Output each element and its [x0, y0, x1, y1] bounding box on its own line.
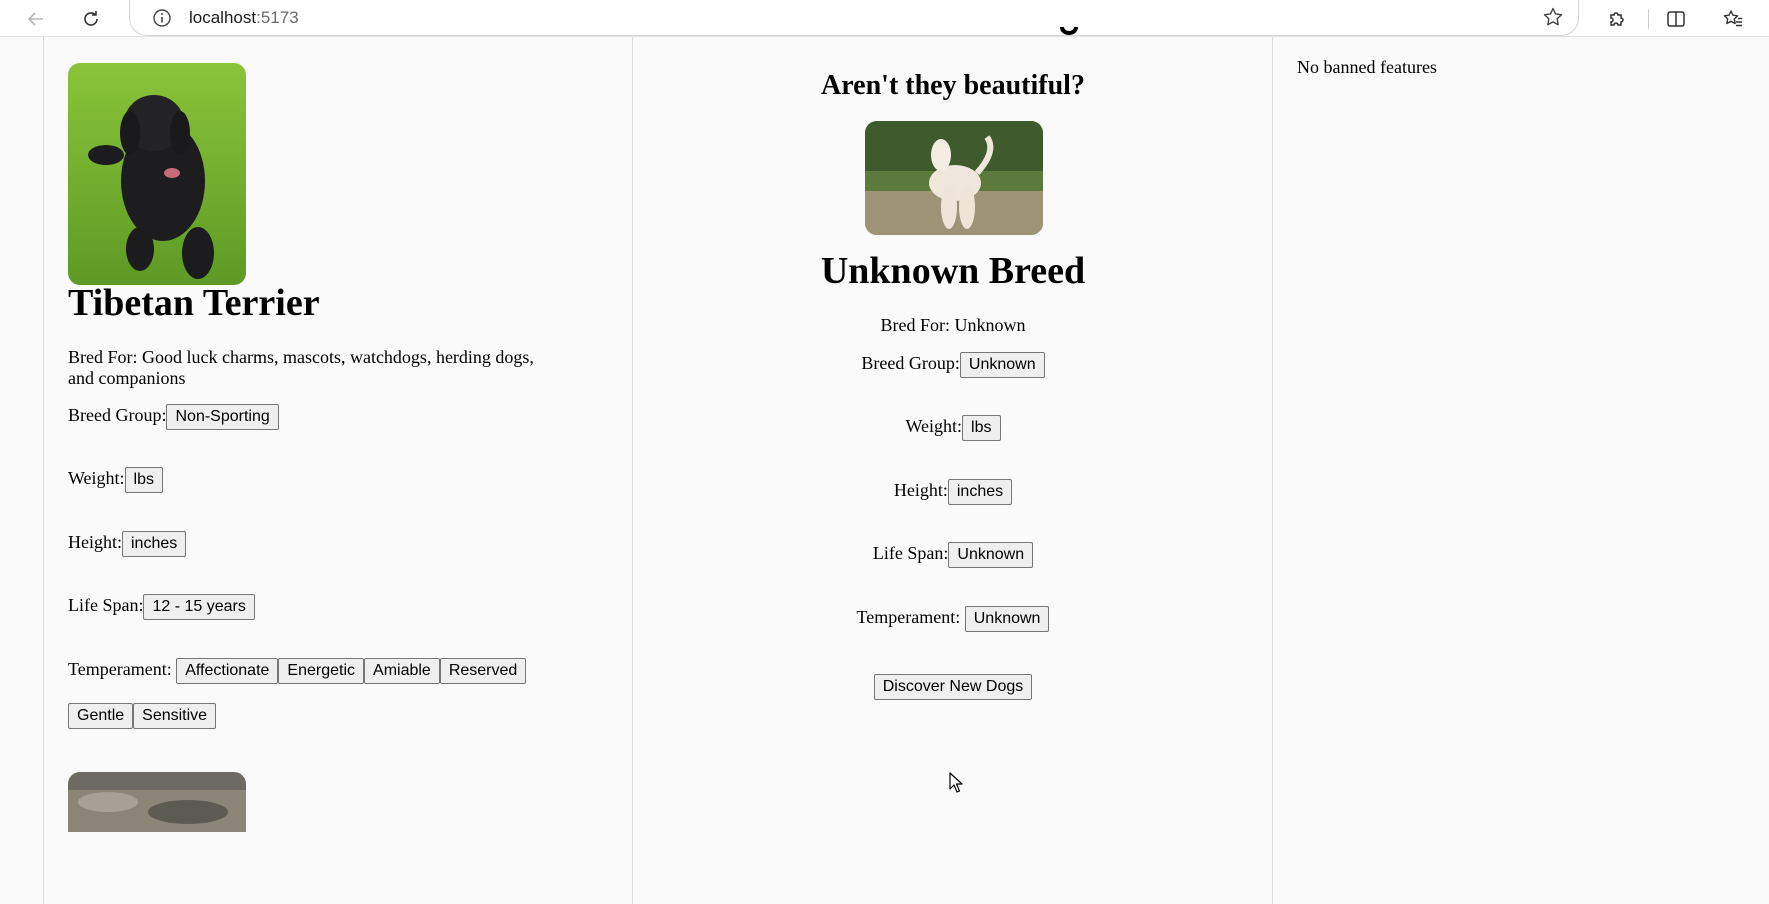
current-bred-for: Bred For: Unknown: [880, 315, 1026, 335]
address-bar[interactable]: localhost:5173: [129, 0, 1579, 36]
history-breed-group-button[interactable]: Non-Sporting: [166, 404, 279, 430]
temperament-button[interactable]: Unknown: [964, 606, 1050, 632]
history-temperament-button[interactable]: Energetic: [278, 658, 365, 684]
discover-new-dogs-button[interactable]: Discover New Dogs: [873, 674, 1033, 700]
ban-list-empty-text: No banned features: [1297, 57, 1437, 77]
dog-photo-next: [68, 772, 246, 832]
history-weight-button[interactable]: lbs: [124, 467, 163, 493]
history-dog-name: Tibetan Terrier: [68, 282, 320, 324]
clipped-heading-fragment: [1058, 27, 1080, 41]
life-span-button[interactable]: Unknown: [948, 542, 1034, 568]
favorites-icon[interactable]: [1719, 5, 1747, 33]
history-temperament-row-2: Gentle Sensitive: [68, 703, 217, 729]
browser-toolbar: localhost:5173: [0, 0, 1769, 37]
dog-photo-current: [865, 121, 1043, 235]
history-life-span-row: Life Span: 12 - 15 years: [68, 594, 255, 620]
back-arrow-icon[interactable]: [22, 5, 50, 33]
favorite-star-icon[interactable]: [1542, 6, 1564, 33]
history-panel: Tibetan Terrier Bred For: Good luck char…: [43, 37, 633, 904]
history-temperament-row: Temperament: Affectionate Energetic Amiabl…: [68, 658, 527, 684]
breed-group-button[interactable]: Unknown: [959, 352, 1045, 378]
height-button[interactable]: inches: [947, 479, 1013, 505]
history-life-span-button[interactable]: 12 - 15 years: [143, 594, 255, 620]
dog-photo-tibetan-terrier: [68, 63, 246, 285]
history-temperament-button[interactable]: Affectionate: [176, 658, 279, 684]
current-breed-group-row: Breed Group: Unknown: [633, 352, 1273, 378]
mouse-cursor-icon: [949, 772, 963, 799]
history-temperament-button[interactable]: Sensitive: [133, 703, 217, 729]
current-temperament-row: Temperament: Unknown: [633, 606, 1273, 632]
history-weight-row: Weight: lbs: [68, 467, 163, 493]
current-height-row: Height: inches: [633, 479, 1273, 505]
toolbar-divider: [1648, 9, 1649, 29]
app-page: Tibetan Terrier Bred For: Good luck char…: [0, 27, 1769, 904]
split-screen-icon[interactable]: [1662, 5, 1690, 33]
url-text[interactable]: localhost:5173: [189, 8, 299, 28]
current-dog-name: Unknown Breed: [820, 250, 1086, 292]
weight-button[interactable]: lbs: [962, 415, 1001, 441]
history-height-button[interactable]: inches: [122, 531, 187, 557]
ban-list-panel: No banned features: [1273, 37, 1769, 904]
current-life-span-row: Life Span: Unknown: [633, 542, 1273, 568]
page-subtitle: Aren't they beautiful?: [821, 70, 1085, 101]
history-temperament-button[interactable]: Amiable: [364, 658, 440, 684]
history-breed-group-row: Breed Group: Non-Sporting: [68, 404, 279, 430]
reload-icon[interactable]: [77, 5, 105, 33]
site-info-icon[interactable]: [152, 8, 172, 33]
history-temperament-button[interactable]: Reserved: [439, 658, 527, 684]
current-weight-row: Weight: lbs: [633, 415, 1273, 441]
history-temperament-button[interactable]: Gentle: [68, 703, 134, 729]
history-bred-for: Bred For: Good luck charms, mascots, wat…: [68, 347, 534, 388]
extensions-puzzle-icon[interactable]: [1603, 5, 1631, 33]
history-height-row: Height: inches: [68, 531, 187, 557]
discover-row: Discover New Dogs: [633, 674, 1273, 700]
